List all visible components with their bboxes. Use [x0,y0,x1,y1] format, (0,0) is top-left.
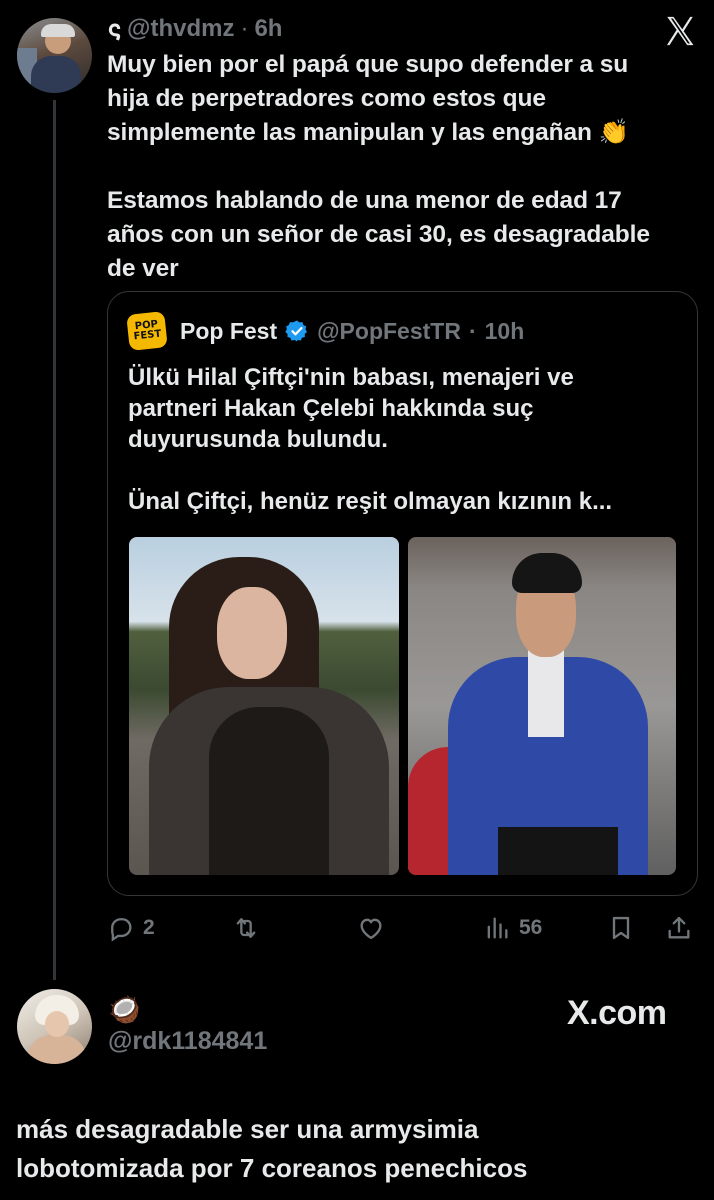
quoted-tweet-text: Ülkü Hilal Çiftçi'nin babası, menajeri v… [128,362,683,517]
avatar[interactable] [17,989,92,1064]
quoted-tweet-header: POP FEST Pop Fest @PopFestTR · 10h [126,311,525,351]
watermark: X.com [567,994,667,1032]
share-button[interactable] [665,910,693,946]
repost-icon [236,918,256,938]
flower-icon: 𝛓 [108,16,122,41]
tweet-paragraph: Muy bien por el papá que supo defender a… [107,51,630,146]
pop-fest-logo[interactable]: POP FEST [126,311,168,351]
verified-badge-icon [285,320,308,342]
reply-icon [111,918,132,942]
reply-header: 🥥 [108,994,140,1024]
quoted-time[interactable]: 10h [485,318,525,345]
share-icon [668,916,690,939]
quoted-tweet[interactable]: POP FEST Pop Fest @PopFestTR · 10h Ülkü H… [107,291,698,896]
separator-dot: · [240,15,249,42]
avatar[interactable] [17,18,92,93]
quoted-paragraph: Ülkü Hilal Çiftçi'nin babası, menajeri v… [128,364,574,453]
reply-count: 2 [143,916,155,939]
bookmark-icon [612,916,630,940]
x-logo-icon[interactable] [663,14,697,48]
media-photo-man[interactable] [408,537,676,875]
reply-button[interactable]: 2 [107,910,155,946]
tweet-text: Muy bien por el papá que supo defender a… [107,48,697,286]
quoted-display-name[interactable]: Pop Fest [180,318,277,345]
coconut-icon: 🥥 [108,994,141,1024]
bar-chart-icon [487,917,508,939]
bookmark-button[interactable] [607,910,635,946]
repost-button[interactable] [232,910,260,946]
tweet-paragraph: Estamos hablando de una menor de edad 17… [107,187,650,282]
like-button[interactable] [357,910,385,946]
heart-icon [360,918,382,940]
separator-dot: · [468,317,477,344]
tweet-time[interactable]: 6h [254,15,282,43]
quoted-paragraph: Ünal Çiftçi, henüz reşit olmayan kızının… [128,488,613,515]
reply-user-handle[interactable]: @rdk1184841 [108,1027,267,1056]
thread-connector-line [53,100,56,980]
view-count: 56 [519,916,543,939]
media-photo-woman[interactable] [129,537,399,875]
views-button[interactable]: 56 [483,910,542,946]
tweet-actions: 2 56 [107,910,697,946]
quoted-handle[interactable]: @PopFestTR [317,318,461,345]
tweet-header: 𝛓 @thvdmz · 6h [108,14,282,44]
reply-text: más desagradable ser una armysimia lobot… [16,1114,528,1183]
user-handle[interactable]: @thvdmz [127,15,234,43]
